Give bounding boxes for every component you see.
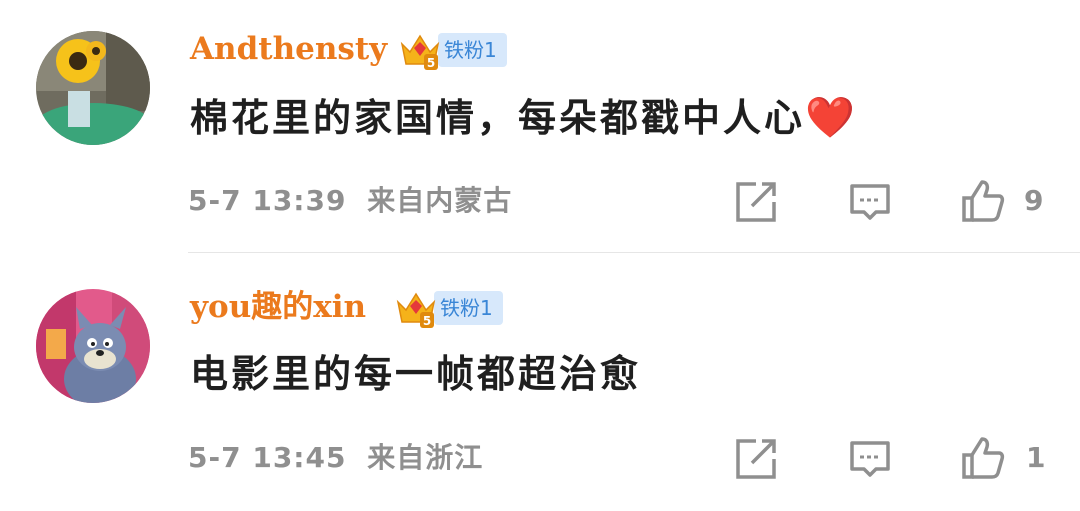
comment-item: you趣的xin 5 铁粉1 电影里的每一帧都超治愈 5-7 13:45 来自浙… (0, 253, 1080, 511)
comment-time: 5-7 13:39 (188, 184, 347, 217)
comment-location: 来自内蒙古 (367, 184, 513, 217)
share-icon[interactable] (734, 180, 778, 224)
username[interactable]: you趣的xin (190, 289, 366, 325)
comment-icon[interactable] (848, 180, 892, 224)
like-count: 9 (1024, 184, 1044, 217)
svg-text:5: 5 (423, 314, 431, 328)
thumbs-up-icon[interactable] (960, 178, 1005, 222)
heart-emoji: ❤️ (805, 95, 855, 141)
comment-meta: 5-7 13:45 来自浙江 (188, 441, 483, 475)
comment-meta: 5-7 13:39 来自内蒙古 (188, 184, 512, 218)
like-count: 1 (1026, 441, 1046, 474)
fan-badge: 铁粉1 (438, 33, 507, 67)
avatar-sunflower-image (36, 31, 150, 145)
share-icon[interactable] (734, 437, 778, 481)
comment-text: 棉花里的家国情，每朵都戳中人心❤️ (190, 95, 855, 141)
comment-location: 来自浙江 (367, 441, 484, 474)
comment-item: Andthensty 5 铁粉1 棉花里的家国情，每朵都戳中人心❤️ 5-7 1… (0, 0, 1080, 253)
comment-text-body: 棉花里的家国情，每朵都戳中人心 (190, 96, 806, 140)
comment-icon[interactable] (848, 437, 892, 481)
thumbs-up-icon[interactable] (960, 435, 1005, 479)
badge-group: 5 铁粉1 (398, 30, 507, 70)
comment-text: 电影里的每一帧都超治愈 (190, 351, 641, 397)
avatar-cartoon-cat-image (36, 289, 150, 403)
avatar[interactable] (36, 31, 150, 145)
username[interactable]: Andthensty (190, 31, 387, 67)
badge-group: 5 铁粉1 (394, 288, 503, 328)
fan-badge: 铁粉1 (434, 291, 503, 325)
crown-badge-icon: 5 (398, 28, 442, 72)
comment-time: 5-7 13:45 (188, 441, 347, 474)
avatar[interactable] (36, 289, 150, 403)
comment-text-body: 电影里的每一帧都超治愈 (190, 352, 642, 396)
crown-badge-icon: 5 (394, 286, 438, 330)
svg-text:5: 5 (427, 56, 435, 70)
